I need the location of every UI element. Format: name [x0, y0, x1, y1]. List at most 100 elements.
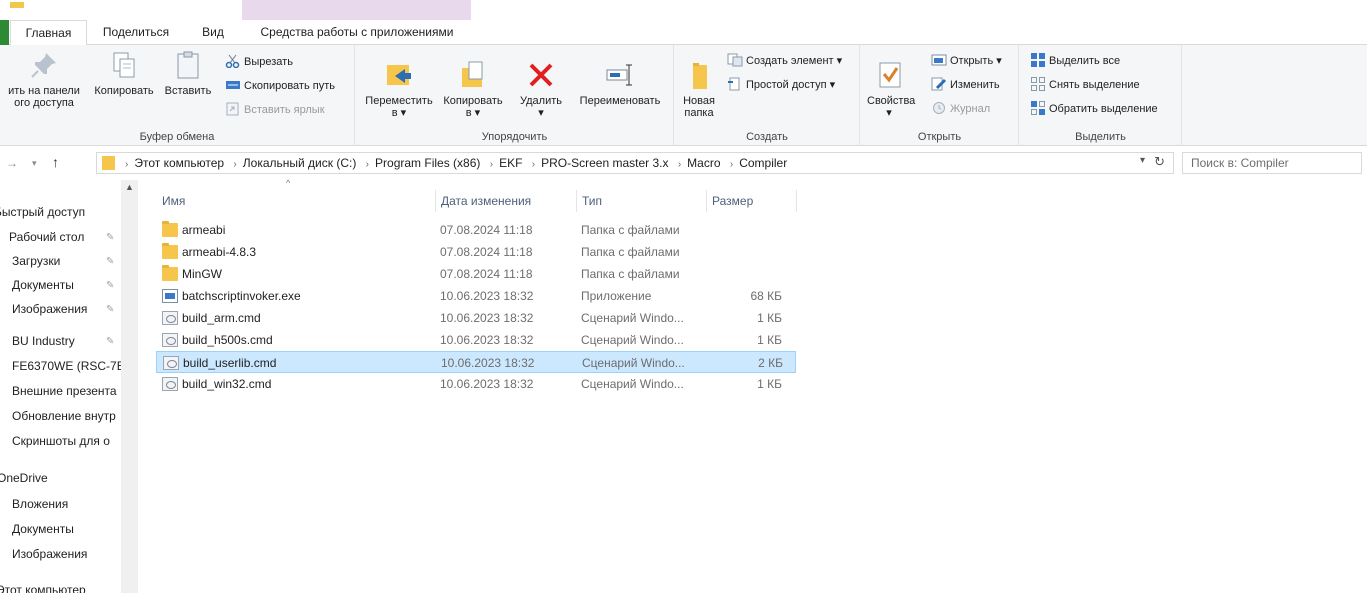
- table-row[interactable]: build_arm.cmd 10.06.2023 18:32 Сценарий …: [156, 307, 796, 329]
- table-row[interactable]: armeabi-4.8.3 07.08.2024 11:18 Папка с ф…: [156, 241, 796, 263]
- file-type: Сценарий Windo...: [581, 377, 684, 391]
- column-header-type[interactable]: Тип: [576, 190, 707, 212]
- file-date: 10.06.2023 18:32: [440, 333, 534, 347]
- nav-item-screenshots[interactable]: Скриншоты для о: [12, 429, 110, 453]
- nav-item-onedrive-documents[interactable]: Документы: [12, 517, 74, 541]
- table-row-selected[interactable]: build_userlib.cmd 10.06.2023 18:32 Сцена…: [156, 351, 796, 373]
- copy-to-button[interactable]: Копировать в ▾: [438, 59, 508, 119]
- tab-app-tools[interactable]: Средства работы с приложениями: [243, 20, 471, 45]
- table-row[interactable]: batchscriptinvoker.exe 10.06.2023 18:32 …: [156, 285, 796, 307]
- nav-item-external-presentations[interactable]: Внешние презента: [12, 379, 117, 403]
- delete-dropdown-icon: ▾: [538, 107, 544, 119]
- column-header-date[interactable]: Дата изменения: [435, 190, 577, 212]
- file-type: Сценарий Windo...: [582, 356, 685, 370]
- open-label: Открыть ▾: [950, 55, 1002, 67]
- nav-item-bu-industry[interactable]: BU Industry: [12, 329, 75, 353]
- nav-item-internal-update[interactable]: Обновление внутр: [12, 404, 116, 428]
- cmd-icon: [162, 333, 178, 347]
- recent-chevron-icon[interactable]: ▾: [32, 158, 37, 169]
- select-all-label: Выделить все: [1049, 55, 1121, 67]
- crumb-this-pc[interactable]: Этот компьютер: [134, 156, 224, 170]
- select-none-button[interactable]: Снять выделение: [1030, 75, 1140, 95]
- up-arrow-icon[interactable]: ↑: [52, 154, 59, 170]
- select-all-button[interactable]: Выделить все: [1030, 51, 1120, 71]
- pin-quick-access-button[interactable]: ить на панели ого доступа: [0, 49, 88, 109]
- table-row[interactable]: MinGW 07.08.2024 11:18 Папка с файлами: [156, 263, 796, 285]
- column-header-size[interactable]: Размер: [706, 190, 797, 212]
- crumb-compiler[interactable]: Compiler: [739, 156, 787, 170]
- nav-item-pictures[interactable]: Изображения: [12, 297, 87, 321]
- navigation-pane: Быстрый доступ Рабочий стол ✎ Загрузки ✎…: [0, 180, 139, 593]
- nav-this-pc[interactable]: Этот компьютер: [0, 578, 86, 593]
- exe-icon: [162, 289, 178, 303]
- file-name: armeabi: [182, 223, 226, 237]
- nav-item-onedrive-pictures[interactable]: Изображения: [12, 542, 87, 566]
- folder-icon: [162, 221, 178, 237]
- crumb-local-disk[interactable]: Локальный диск (C:): [243, 156, 357, 170]
- tab-file[interactable]: [0, 20, 9, 45]
- file-size: 2 КБ: [758, 356, 783, 370]
- address-folder-icon: [102, 156, 115, 170]
- nav-onedrive[interactable]: OneDrive: [0, 466, 48, 490]
- paste-label: Вставить: [164, 85, 212, 97]
- nav-quick-access[interactable]: Быстрый доступ: [0, 200, 85, 224]
- open-button[interactable]: Открыть ▾: [931, 51, 1002, 71]
- address-dropdown-icon[interactable]: ▾: [1140, 155, 1145, 166]
- edit-pencil-icon: [931, 77, 947, 91]
- scissors-icon: [225, 54, 241, 69]
- nav-scrollbar[interactable]: ▲: [121, 180, 138, 593]
- tab-share[interactable]: Поделиться: [89, 20, 183, 45]
- properties-button[interactable]: Свойства ▾: [867, 59, 915, 119]
- breadcrumb-separator-icon: ›: [489, 159, 494, 170]
- quick-access-folder-icon[interactable]: [10, 2, 24, 8]
- paste-button[interactable]: Вставить: [160, 49, 216, 97]
- table-row[interactable]: build_h500s.cmd 10.06.2023 18:32 Сценари…: [156, 329, 796, 351]
- easy-access-icon: [727, 77, 743, 91]
- back-arrow-icon[interactable]: →: [6, 156, 18, 170]
- crumb-ekf[interactable]: EKF: [499, 156, 522, 170]
- rename-button[interactable]: Переименовать: [572, 59, 668, 107]
- nav-item-downloads[interactable]: Загрузки: [12, 249, 60, 273]
- file-size: 1 КБ: [757, 311, 782, 325]
- new-item-button[interactable]: Создать элемент ▾: [727, 51, 842, 71]
- crumb-program-files[interactable]: Program Files (x86): [375, 156, 480, 170]
- tab-home[interactable]: Главная: [10, 20, 87, 46]
- easy-access-button[interactable]: Простой доступ ▾: [727, 75, 835, 95]
- nav-item-desktop[interactable]: Рабочий стол: [9, 225, 84, 249]
- paste-shortcut-label: Вставить ярлык: [244, 104, 325, 116]
- file-date: 07.08.2024 11:18: [440, 223, 533, 237]
- address-bar[interactable]: › Этот компьютер › Локальный диск (C:) › Pr…: [96, 152, 1174, 174]
- invert-selection-button[interactable]: Обратить выделение: [1030, 99, 1158, 119]
- move-to-button[interactable]: Переместить в ▾: [362, 59, 436, 119]
- column-header-name[interactable]: Имя: [156, 190, 436, 212]
- search-input[interactable]: Поиск в: Compiler: [1182, 152, 1362, 174]
- select-none-icon: [1030, 77, 1046, 92]
- nav-item-documents[interactable]: Документы: [12, 273, 74, 297]
- copy-button[interactable]: Копировать: [90, 49, 158, 97]
- file-date: 07.08.2024 11:18: [440, 245, 533, 259]
- group-label-organize: Упорядочить: [481, 131, 548, 143]
- crumb-pro-screen[interactable]: PRO-Screen master 3.x: [541, 156, 668, 170]
- tab-view[interactable]: Вид: [185, 20, 241, 45]
- crumb-macro[interactable]: Macro: [687, 156, 720, 170]
- table-row[interactable]: build_win32.cmd 10.06.2023 18:32 Сценари…: [156, 373, 796, 395]
- history-icon: [931, 101, 947, 115]
- ribbon: ить на панели ого доступа Копировать Вст…: [0, 45, 1367, 146]
- scroll-up-icon[interactable]: ▲: [125, 182, 134, 192]
- group-label-clipboard: Буфер обмена: [139, 131, 215, 143]
- copy-path-button[interactable]: Скопировать путь: [225, 76, 335, 96]
- pin-icon: ✎: [106, 256, 115, 267]
- paste-shortcut-button[interactable]: Вставить ярлык: [225, 100, 325, 120]
- nav-item-attachments[interactable]: Вложения: [12, 492, 68, 516]
- group-create: Новая папка Создать элемент ▾ Простой до…: [675, 45, 860, 146]
- delete-button[interactable]: Удалить ▾: [512, 59, 570, 119]
- table-row[interactable]: armeabi 07.08.2024 11:18 Папка с файлами: [156, 219, 796, 241]
- history-button[interactable]: Журнал: [931, 99, 990, 119]
- file-type: Приложение: [581, 289, 652, 303]
- cut-button[interactable]: Вырезать: [225, 52, 293, 72]
- nav-item-fe6370we[interactable]: FE6370WE (RSC-7E: [12, 354, 125, 378]
- edit-button[interactable]: Изменить: [931, 75, 1000, 95]
- new-folder-button[interactable]: Новая папка: [679, 59, 719, 119]
- group-open: Свойства ▾ Открыть ▾ Изменить Журнал Отк…: [861, 45, 1019, 146]
- refresh-icon[interactable]: ↻: [1154, 154, 1165, 170]
